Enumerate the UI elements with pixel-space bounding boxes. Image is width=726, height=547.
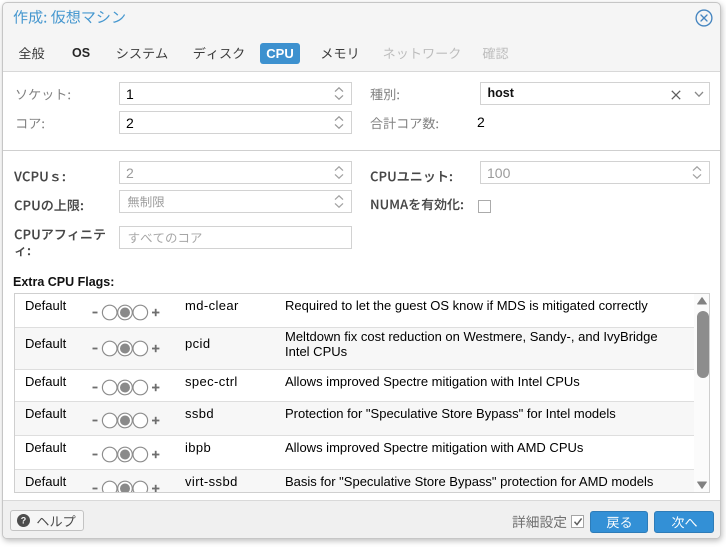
svg-text:?: ? xyxy=(21,516,27,526)
